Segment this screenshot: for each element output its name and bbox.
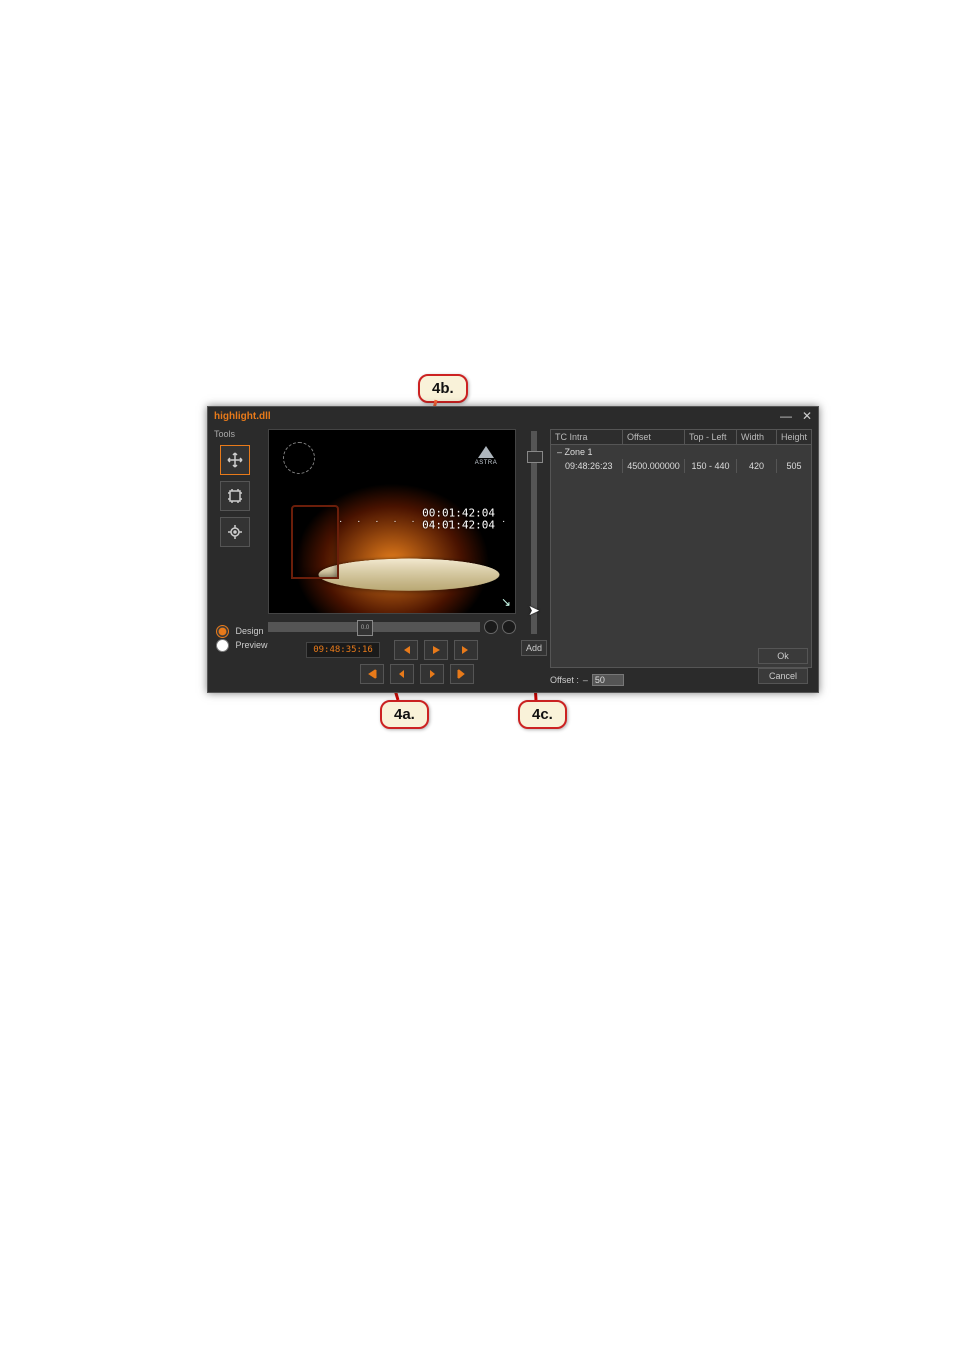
play-button[interactable]: [424, 640, 448, 660]
col-offset[interactable]: Offset: [623, 430, 685, 444]
broadcaster-logo-text: ASTRA: [469, 460, 503, 466]
offset-label: Offset :: [550, 675, 579, 685]
broadcaster-logo: ASTRA: [469, 446, 503, 466]
cell-offset: 4500.000000: [623, 459, 685, 473]
next-frame-icon: [457, 669, 467, 679]
add-button[interactable]: Add: [521, 640, 547, 656]
zone-group-row[interactable]: – Zone 1: [551, 445, 811, 459]
goto-end-button[interactable]: [454, 640, 478, 660]
callout-4c: 4c.: [518, 700, 567, 729]
col-height[interactable]: Height: [777, 430, 811, 444]
tools-label: Tools: [214, 429, 235, 439]
grid-data-row[interactable]: 09:48:26:23 4500.000000 150 - 440 420 50…: [551, 459, 811, 473]
cell-width: 420: [737, 459, 777, 473]
stamp-icon: [283, 442, 315, 474]
offset-sign: –: [583, 675, 588, 685]
mouse-cursor-icon: ➤: [528, 602, 540, 619]
design-radio[interactable]: Design: [216, 624, 268, 638]
dialog-title: highlight.dll: [214, 411, 271, 422]
close-button[interactable]: ✕: [802, 409, 812, 423]
timeline-scrubber[interactable]: 0.0: [268, 622, 480, 632]
step-back-icon: [397, 669, 407, 679]
crop-tool-button[interactable]: [220, 481, 250, 511]
cancel-button[interactable]: Cancel: [758, 668, 808, 684]
overlay-timecode: 00:01:42:04 04:01:42:04: [422, 507, 495, 531]
callout-4a: 4a.: [380, 700, 429, 729]
col-tc-intra[interactable]: TC Intra: [551, 430, 623, 444]
highlight-dialog: highlight.dll — ✕ Tools: [207, 406, 819, 693]
scrubber-knob[interactable]: 0.0: [357, 620, 373, 636]
overlay-timecode-2: 04:01:42:04: [422, 519, 495, 531]
title-bar: highlight.dll — ✕: [208, 407, 818, 425]
target-tool-button[interactable]: [220, 517, 250, 547]
cell-tc: 09:48:26:23: [551, 459, 623, 473]
crop-icon: [227, 488, 243, 504]
callout-4b: 4b.: [418, 374, 468, 403]
step-marker-a[interactable]: [484, 620, 498, 634]
offset-input[interactable]: [592, 674, 624, 686]
goto-start-icon: [401, 645, 411, 655]
cell-topleft: 150 - 440: [685, 459, 737, 473]
col-top-left[interactable]: Top - Left: [685, 430, 737, 444]
move-icon: [227, 452, 243, 468]
dialog-buttons: Ok Cancel: [758, 648, 808, 684]
step-fwd-icon: [427, 669, 437, 679]
vertical-slider-panel: Add: [522, 425, 546, 692]
preview-radio[interactable]: Preview: [216, 638, 268, 652]
zones-grid[interactable]: TC Intra Offset Top - Left Width Height …: [550, 429, 812, 668]
move-tool-button[interactable]: [220, 445, 250, 475]
step-fwd-button[interactable]: [420, 664, 444, 684]
preview-radio-input[interactable]: [216, 639, 229, 652]
current-timecode: 09:48:35:16: [306, 642, 380, 658]
prev-frame-icon: [367, 669, 377, 679]
goto-start-button[interactable]: [394, 640, 418, 660]
vertical-slider-knob[interactable]: [527, 451, 543, 463]
ok-button[interactable]: Ok: [758, 648, 808, 664]
preview-radio-label: Preview: [236, 640, 268, 650]
target-icon: [227, 524, 243, 540]
cell-height: 505: [777, 459, 811, 473]
step-marker-b[interactable]: [502, 620, 516, 634]
grid-header-row: TC Intra Offset Top - Left Width Height: [551, 430, 811, 445]
minimize-button[interactable]: —: [780, 409, 792, 423]
video-preview[interactable]: ASTRA · · · · · · · · · · 00:01:42:04 04…: [268, 429, 516, 614]
design-radio-input[interactable]: [216, 625, 229, 638]
goto-end-icon: [461, 645, 471, 655]
step-back-button[interactable]: [390, 664, 414, 684]
design-radio-label: Design: [236, 626, 264, 636]
next-frame-button[interactable]: [450, 664, 474, 684]
center-panel: ASTRA · · · · · · · · · · 00:01:42:04 04…: [262, 425, 522, 692]
mode-radio-group: Design Preview: [216, 624, 268, 652]
resize-handle-icon[interactable]: ↘: [501, 595, 511, 609]
prev-frame-button[interactable]: [360, 664, 384, 684]
play-icon: [431, 645, 441, 655]
col-width[interactable]: Width: [737, 430, 777, 444]
